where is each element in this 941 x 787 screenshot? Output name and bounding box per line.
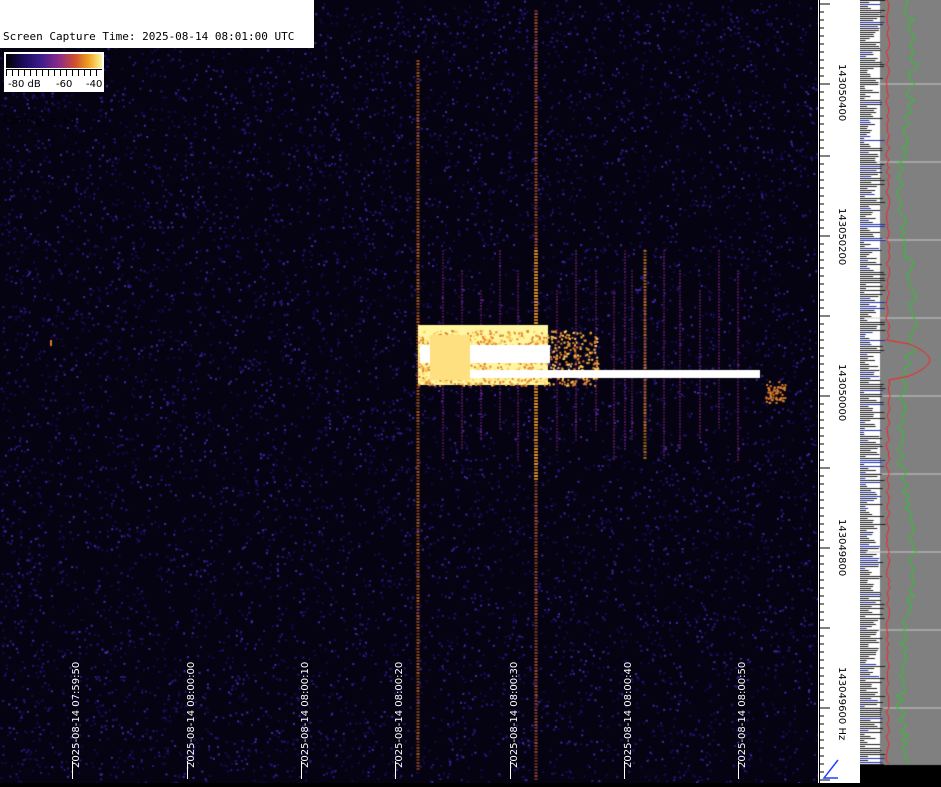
time-label-2: 2025-08-14 08:00:10 [289, 659, 311, 779]
time-label-6: 2025-08-14 08:00:50 [726, 659, 748, 779]
time-tick [301, 761, 302, 779]
time-tick [187, 761, 188, 779]
freq-label-1: 143050200 [836, 208, 858, 308]
capture-info-box: Screen Capture Time: 2025-08-14 08:01:00… [0, 0, 314, 127]
spectrum-panel [860, 0, 941, 783]
freq-text: 143049600 Hz [836, 667, 847, 741]
freq-text: 143050200 [836, 208, 847, 266]
time-label-3: 2025-08-14 08:00:20 [383, 659, 405, 779]
color-scale-legend: -80 dB -60 -40 [4, 52, 104, 92]
freq-text: 143050000 [836, 364, 847, 422]
time-tick [72, 761, 73, 779]
time-tick [624, 761, 625, 779]
config-label: Config = V8 [3, 114, 76, 127]
time-text: 2025-08-14 08:00:10 [300, 661, 311, 768]
spectrum-lab-window: 2025-08-14 07:59:50 2025-08-14 08:00:00 … [0, 0, 941, 783]
time-tick [395, 761, 396, 779]
time-text: 2025-08-14 08:00:00 [186, 661, 197, 768]
blue-bracket-icon [820, 758, 840, 780]
time-text: 2025-08-14 08:00:30 [509, 661, 520, 768]
time-text: 2025-08-14 08:00:20 [394, 661, 405, 768]
freq-label-3: 143049800 [836, 519, 858, 619]
time-label-0: 2025-08-14 07:59:50 [60, 659, 82, 779]
color-scale-bar [6, 54, 102, 68]
time-label-4: 2025-08-14 08:00:30 [498, 659, 520, 779]
time-text: 2025-08-14 08:00:50 [737, 661, 748, 768]
freq-label-4: 143049600 Hz [836, 667, 858, 767]
freq-text: 143049800 [836, 519, 847, 577]
time-text: 2025-08-14 07:59:50 [71, 661, 82, 768]
legend-label-high: -40 [86, 79, 103, 90]
spectrum-canvas [860, 0, 941, 783]
freq-text: 143050400 [836, 64, 847, 122]
freq-label-2: 143050000 [836, 364, 858, 464]
capture-time: Screen Capture Time: 2025-08-14 08:01:00… [3, 30, 295, 43]
freq-label-0: 143050400 [836, 64, 858, 164]
time-label-5: 2025-08-14 08:00:40 [612, 659, 634, 779]
time-tick [738, 761, 739, 779]
time-label-1: 2025-08-14 08:00:00 [175, 659, 197, 779]
time-tick [510, 761, 511, 779]
legend-label-low: -80 dB [8, 79, 41, 90]
time-text: 2025-08-14 08:00:40 [623, 661, 634, 768]
color-scale-ticks [6, 69, 102, 76]
legend-label-mid: -60 [56, 79, 73, 90]
